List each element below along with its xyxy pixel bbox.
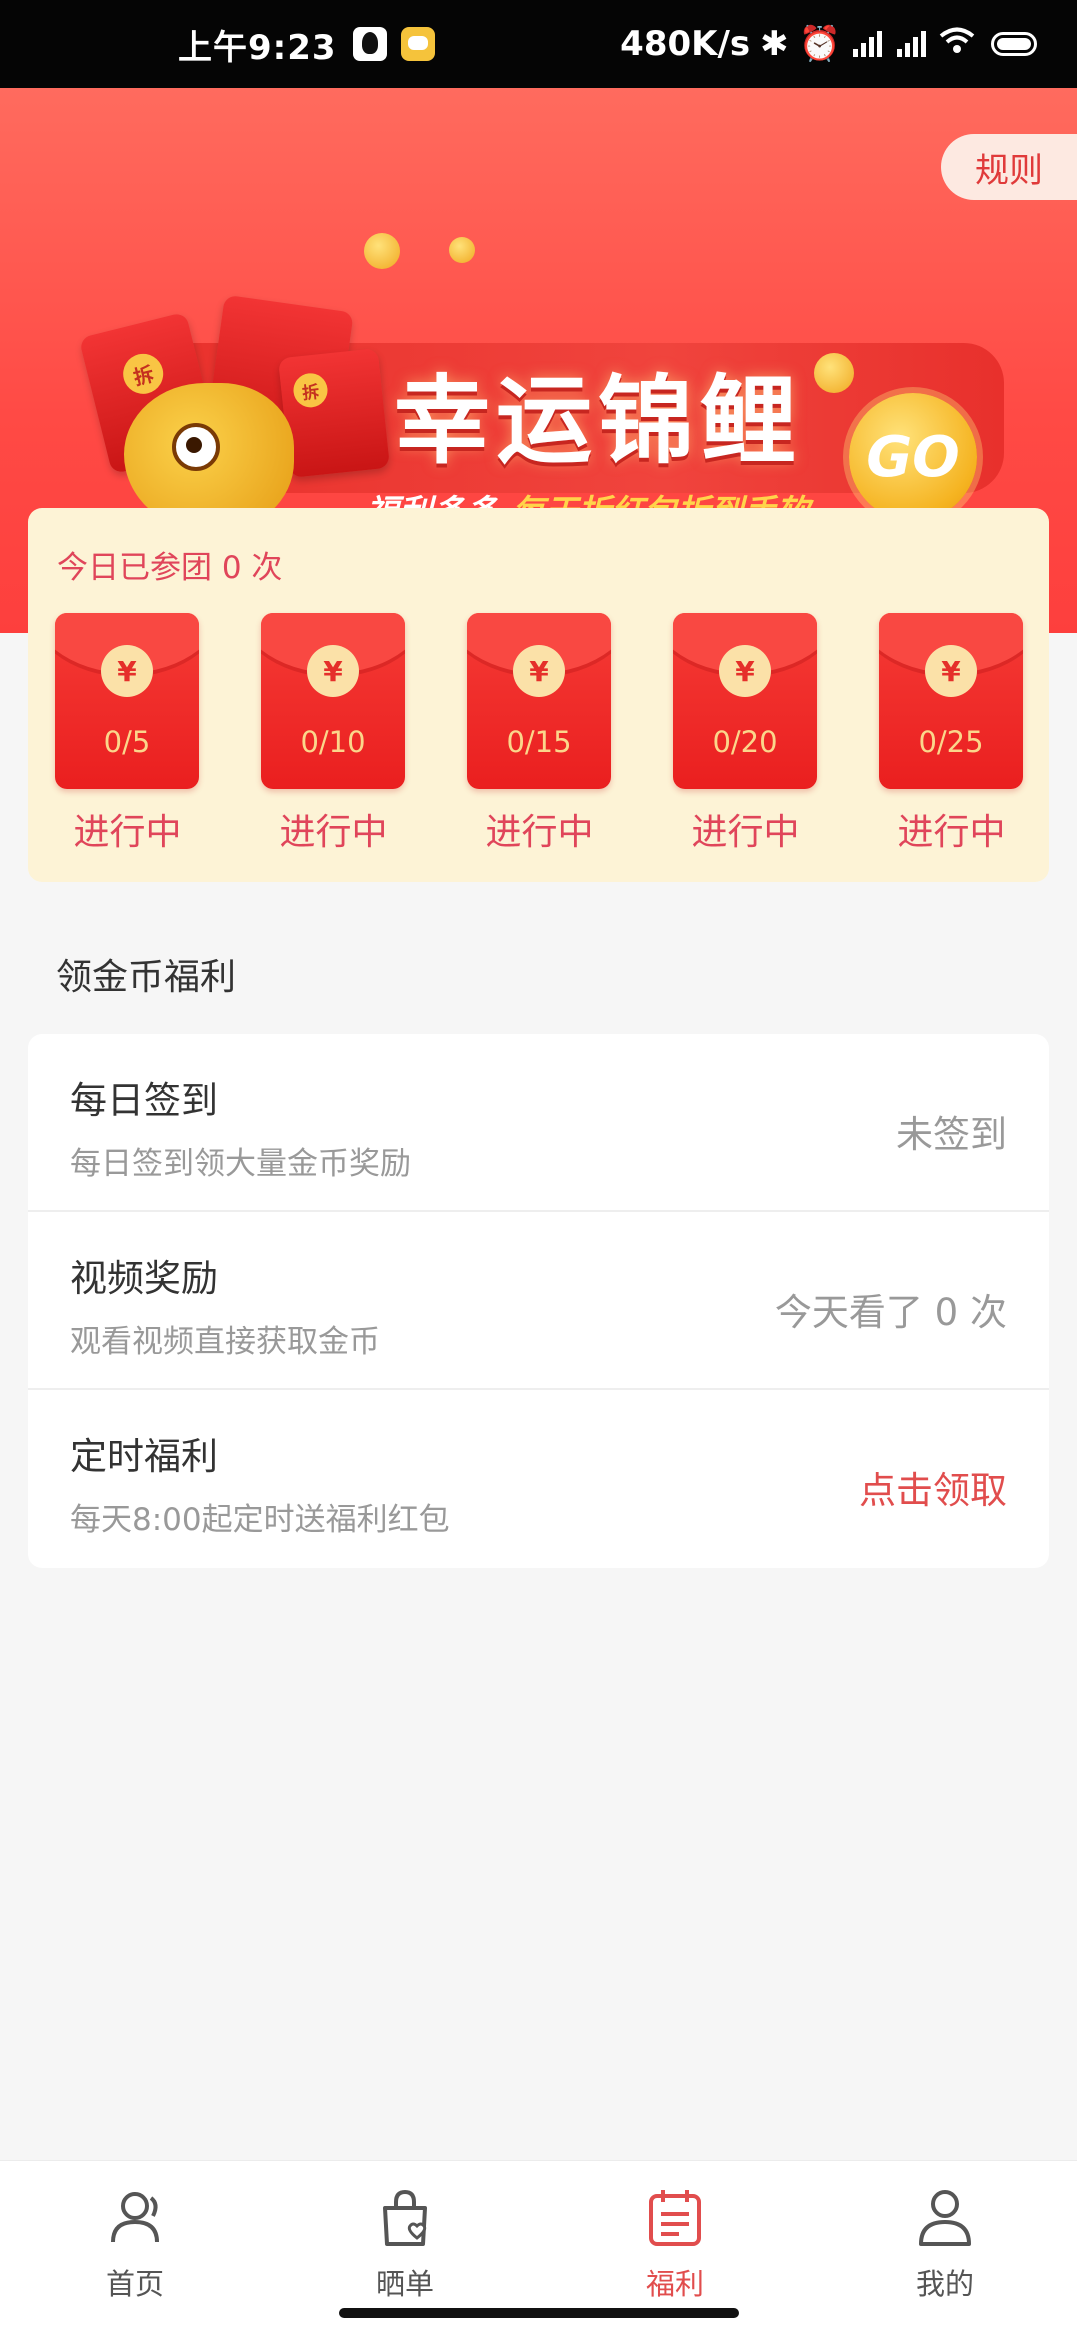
welfare-item-video-reward[interactable]: 视频奖励 观看视频直接获取金币 今天看了 0 次 (28, 1212, 1049, 1390)
status-left: 上午9:23 (178, 20, 435, 69)
group-panel: 今日已参团 0 次 ¥ 0/5 进行中 ¥ 0/10 进行中 ¥ 0/15 进行… (28, 508, 1049, 882)
red-packet: ¥ 0/20 (673, 613, 817, 789)
packet-progress: 0/25 (918, 725, 984, 759)
red-packet: ¥ 0/15 (467, 613, 611, 789)
welfare-item-desc: 每天8:00起定时送福利红包 (70, 1502, 450, 1538)
yuan-coin-icon: ¥ (719, 645, 771, 697)
person-icon (875, 2187, 1015, 2249)
welfare-item-daily-signin[interactable]: 每日签到 每日签到领大量金币奖励 未签到 (28, 1034, 1049, 1212)
coin-decoration-icon (449, 237, 475, 263)
yuan-coin-icon: ¥ (307, 645, 359, 697)
welfare-item-desc: 观看视频直接获取金币 (70, 1324, 380, 1360)
calendar-list-icon (605, 2187, 745, 2249)
nav-item-profile[interactable]: 我的 (875, 2187, 1015, 2303)
go-button[interactable]: GO (849, 393, 977, 521)
packet-progress: 0/10 (300, 725, 366, 759)
yuan-coin-icon: ¥ (925, 645, 977, 697)
envelope-badge: 拆 (118, 349, 168, 399)
user-icon (65, 2187, 205, 2249)
nav-label: 我的 (915, 2267, 974, 2301)
bluetooth-icon: ✱ (760, 24, 789, 64)
nav-label: 福利 (645, 2267, 704, 2301)
status-right: 480K/s ✱ ⏰ (620, 24, 1037, 64)
packet-status: 进行中 (279, 812, 388, 853)
nav-label: 晒单 (375, 2267, 434, 2301)
welfare-item-desc: 每日签到领大量金币奖励 (70, 1146, 411, 1182)
red-envelope-icon: 拆 (278, 348, 390, 478)
packet-progress: 0/15 (506, 725, 572, 759)
welfare-item-title: 每日签到 (70, 1079, 218, 1122)
packet-status: 进行中 (897, 812, 1006, 853)
welfare-item-title: 视频奖励 (70, 1257, 218, 1300)
yuan-coin-icon: ¥ (513, 645, 565, 697)
nav-item-home[interactable]: 首页 (65, 2187, 205, 2303)
signin-status[interactable]: 未签到 (896, 1104, 1007, 1158)
envelope-badge: 拆 (291, 371, 330, 410)
alarm-icon: ⏰ (798, 24, 841, 64)
welfare-list: 每日签到 每日签到领大量金币奖励 未签到 视频奖励 观看视频直接获取金币 今天看… (28, 1034, 1049, 1568)
nav-item-welfare[interactable]: 福利 (605, 2187, 745, 2303)
coin-decoration-icon (814, 353, 854, 393)
red-packet-item[interactable]: ¥ 0/20 进行中 (673, 613, 818, 855)
fish-eye (172, 423, 220, 471)
message-icon (400, 27, 435, 61)
group-count-text: 今日已参团 0 次 (57, 550, 283, 586)
red-packet-item[interactable]: ¥ 0/5 进行中 (55, 613, 200, 855)
section-title: 领金币福利 (56, 957, 237, 998)
red-packet-item[interactable]: ¥ 0/15 进行中 (467, 613, 612, 855)
claim-button[interactable]: 点击领取 (859, 1460, 1007, 1514)
red-packet: ¥ 0/25 (879, 613, 1023, 789)
yuan-coin-icon: ¥ (101, 645, 153, 697)
red-packet-item[interactable]: ¥ 0/25 进行中 (879, 613, 1024, 855)
packet-progress: 0/5 (103, 725, 151, 759)
home-indicator (339, 2308, 739, 2318)
red-packet-item[interactable]: ¥ 0/10 进行中 (261, 613, 406, 855)
video-count-status[interactable]: 今天看了 0 次 (775, 1282, 1007, 1336)
packet-status: 进行中 (691, 812, 800, 853)
wifi-icon (939, 24, 975, 64)
status-bar: 上午9:23 480K/s ✱ ⏰ (0, 0, 1077, 88)
signal-2-icon (897, 31, 929, 57)
red-packet: ¥ 0/10 (261, 613, 405, 789)
nav-label: 首页 (105, 2267, 164, 2301)
coin-decoration-icon (364, 233, 400, 269)
status-time: 上午9:23 (178, 27, 337, 68)
nav-item-showcase[interactable]: 晒单 (335, 2187, 475, 2303)
welfare-item-timed-reward[interactable]: 定时福利 每天8:00起定时送福利红包 点击领取 (28, 1390, 1049, 1568)
packet-status: 进行中 (485, 812, 594, 853)
red-packet: ¥ 0/5 (55, 613, 199, 789)
signal-icon (853, 31, 885, 57)
welfare-item-title: 定时福利 (70, 1435, 218, 1478)
bag-heart-icon (335, 2187, 475, 2249)
rules-button[interactable]: 规则 (941, 134, 1077, 200)
battery-icon (991, 32, 1037, 56)
qq-icon (352, 27, 387, 61)
banner-title: 幸运锦鲤 (394, 365, 802, 477)
packet-progress: 0/20 (712, 725, 778, 759)
network-speed: 480K/s (620, 24, 751, 64)
packet-status: 进行中 (73, 812, 182, 853)
